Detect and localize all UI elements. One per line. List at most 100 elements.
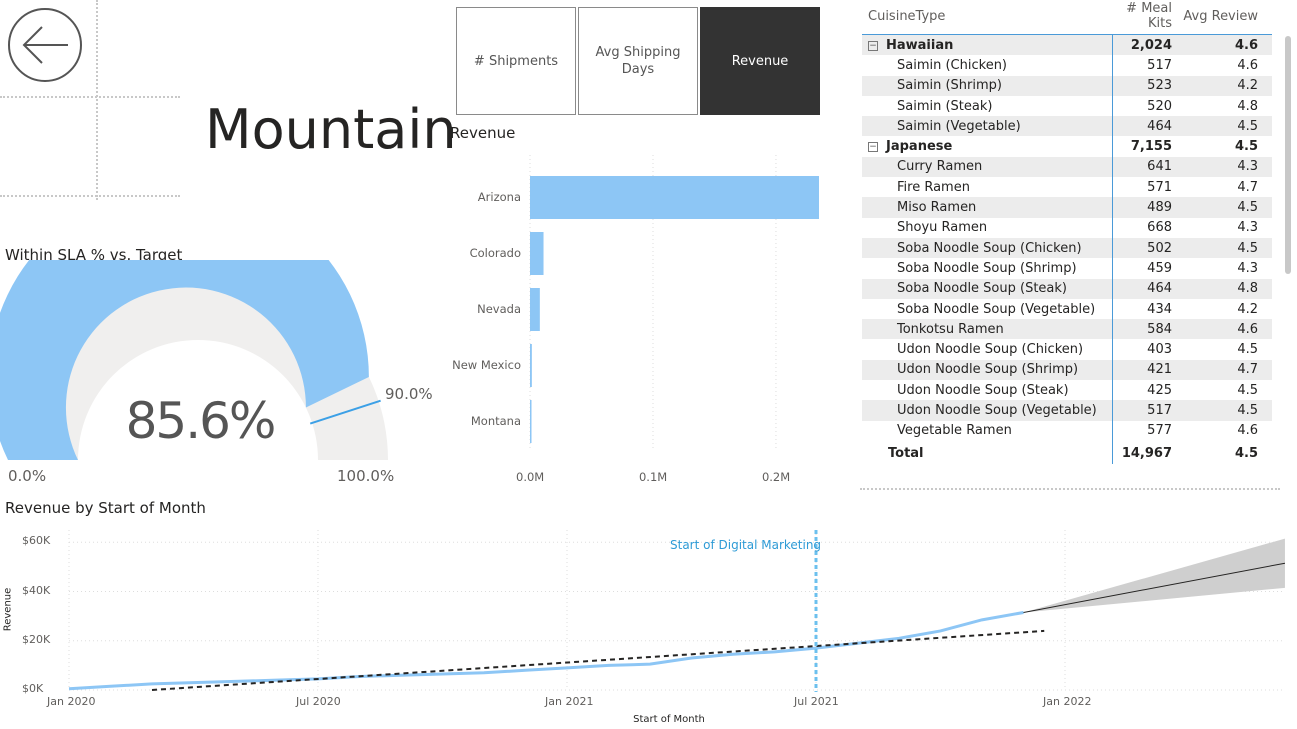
- header-meal-kits[interactable]: # Meal Kits: [1112, 1, 1172, 31]
- cuisine-label: Soba Noodle Soup (Chicken): [897, 240, 1082, 256]
- matrix-row[interactable]: Soba Noodle Soup (Vegetable) 434 4.2: [862, 299, 1272, 319]
- collapse-icon[interactable]: −: [868, 40, 878, 51]
- collapse-icon[interactable]: −: [868, 142, 878, 153]
- matrix-row[interactable]: Tonkotsu Ramen 584 4.6: [862, 319, 1272, 340]
- line-x-tick: Jul 2020: [296, 695, 341, 708]
- bar-category-label: Colorado: [469, 245, 521, 260]
- header-cuisine-type[interactable]: CuisineType: [862, 9, 1112, 24]
- matrix-scrollbar[interactable]: [1285, 36, 1291, 274]
- matrix-row[interactable]: Udon Noodle Soup (Steak) 425 4.5: [862, 380, 1272, 400]
- cuisine-cell: − Japanese: [862, 139, 1112, 154]
- meal-kits-cell: 571: [1147, 179, 1172, 195]
- cuisine-label: Miso Ramen: [897, 200, 977, 216]
- avg-review-cell: 4.5: [1237, 403, 1258, 419]
- meal-kits-cell: 464: [1147, 118, 1172, 134]
- cuisine-cell: Miso Ramen: [862, 200, 1112, 215]
- avg-review-cell: 4.8: [1237, 98, 1258, 114]
- bar-category-label: Nevada: [477, 301, 521, 316]
- meal-kits-cell: 584: [1147, 321, 1172, 337]
- matrix-group-row[interactable]: − Japanese 7,155 4.5: [862, 137, 1272, 157]
- matrix-row[interactable]: Saimin (Vegetable) 464 4.5: [862, 116, 1272, 137]
- back-button[interactable]: [8, 8, 82, 82]
- matrix-row[interactable]: Soba Noodle Soup (Shrimp) 459 4.3: [862, 258, 1272, 278]
- cuisine-cell: Udon Noodle Soup (Chicken): [862, 342, 1112, 357]
- matrix-row[interactable]: Udon Noodle Soup (Chicken) 403 4.5: [862, 340, 1272, 360]
- guide-line: [860, 488, 1280, 490]
- meal-kits-cell: 2,024: [1130, 37, 1172, 53]
- avg-review-cell: 4.5: [1237, 382, 1258, 398]
- revenue-button[interactable]: Revenue: [700, 7, 820, 115]
- avg-review-cell: 4.2: [1237, 301, 1258, 317]
- gauge-target-label: 90.0%: [385, 385, 433, 403]
- cuisine-label: Shoyu Ramen: [897, 220, 988, 236]
- forecast-band: [1023, 538, 1285, 613]
- matrix-header: CuisineType # Meal Kits Avg Review: [862, 1, 1272, 31]
- cuisine-cell: Fire Ramen: [862, 180, 1112, 195]
- meal-kits-cell: 459: [1147, 260, 1172, 276]
- meal-kits-cell: 7,155: [1130, 139, 1172, 155]
- meal-kits-cell: 403: [1147, 342, 1172, 358]
- gauge-value: 85.6%: [125, 392, 277, 450]
- total-avg-review: 4.5: [1234, 445, 1258, 461]
- cuisine-label: Tonkotsu Ramen: [897, 321, 1004, 337]
- bar-colorado: [530, 232, 544, 275]
- matrix-row[interactable]: Soba Noodle Soup (Steak) 464 4.8: [862, 278, 1272, 299]
- cuisine-cell: Shoyu Ramen: [862, 220, 1112, 235]
- bar-new-mexico: [530, 344, 532, 387]
- avg-review-cell: 4.3: [1237, 220, 1258, 236]
- meal-kits-cell: 489: [1147, 200, 1172, 216]
- avg-review-cell: 4.5: [1237, 118, 1258, 134]
- cuisine-cell: Udon Noodle Soup (Steak): [862, 383, 1112, 398]
- matrix-row[interactable]: Saimin (Shrimp) 523 4.2: [862, 75, 1272, 96]
- matrix-row[interactable]: Miso Ramen 489 4.5: [862, 197, 1272, 218]
- page-title: Mountain: [205, 98, 457, 161]
- line-y-tick: $0K: [22, 682, 44, 695]
- bar-category-label: Montana: [470, 413, 521, 428]
- avg-shipping-days-button[interactable]: Avg Shipping Days: [578, 7, 698, 115]
- series-forecast: [1023, 562, 1286, 613]
- cuisine-cell: Saimin (Shrimp): [862, 78, 1112, 93]
- matrix-row[interactable]: Curry Ramen 641 4.3: [862, 156, 1272, 178]
- meal-kits-cell: 434: [1147, 301, 1172, 317]
- series-revenue: [68, 610, 1024, 691]
- bar-x-tick: 0.1M: [638, 470, 668, 484]
- cuisine-cell: − Hawaiian: [862, 38, 1112, 53]
- bar-category-label: New Mexico: [452, 357, 521, 372]
- matrix-group-row[interactable]: − Hawaiian 2,024 4.6: [862, 35, 1272, 56]
- matrix-row[interactable]: Vegetable Ramen 577 4.6: [862, 421, 1272, 441]
- matrix-row[interactable]: Saimin (Chicken) 517 4.6: [862, 55, 1272, 75]
- matrix-row[interactable]: Soba Noodle Soup (Chicken) 502 4.5: [862, 238, 1272, 259]
- shipments-button[interactable]: # Shipments: [456, 7, 576, 115]
- matrix-row[interactable]: Shoyu Ramen 668 4.3: [862, 218, 1272, 238]
- cuisine-label: Udon Noodle Soup (Chicken): [897, 342, 1084, 358]
- meal-kits-cell: 520: [1147, 98, 1172, 114]
- header-avg-review[interactable]: Avg Review: [1172, 9, 1264, 24]
- cuisine-label: Japanese: [886, 139, 953, 155]
- cuisine-label: Fire Ramen: [897, 179, 970, 195]
- cuisine-cell: Vegetable Ramen: [862, 423, 1112, 438]
- cuisine-label: Curry Ramen: [897, 159, 983, 175]
- matrix-row[interactable]: Fire Ramen 571 4.7: [862, 177, 1272, 197]
- bar-category-label: Arizona: [477, 189, 521, 204]
- matrix-column-divider: [1112, 34, 1113, 464]
- avg-review-cell: 4.3: [1237, 260, 1258, 276]
- bar-chart-title: Revenue: [450, 124, 516, 142]
- bar-arizona: [530, 176, 819, 219]
- matrix-row[interactable]: Saimin (Steak) 520 4.8: [862, 96, 1272, 116]
- cuisine-cell: Tonkotsu Ramen: [862, 322, 1112, 337]
- matrix-row[interactable]: Udon Noodle Soup (Shrimp) 421 4.7: [862, 359, 1272, 381]
- avg-review-cell: 4.7: [1237, 362, 1258, 378]
- matrix-total-row: Total 14,967 4.5: [862, 443, 1272, 463]
- avg-review-cell: 4.5: [1234, 139, 1258, 155]
- meal-kits-cell: 517: [1147, 403, 1172, 419]
- cuisine-cell: Udon Noodle Soup (Vegetable): [862, 403, 1112, 418]
- avg-review-cell: 4.2: [1237, 78, 1258, 94]
- gauge-max-label: 100.0%: [337, 467, 395, 485]
- meal-kits-cell: 425: [1147, 382, 1172, 398]
- avg-review-cell: 4.5: [1237, 240, 1258, 256]
- cuisine-label: Soba Noodle Soup (Steak): [897, 281, 1067, 297]
- meal-kits-cell: 523: [1147, 78, 1172, 94]
- series-trend: [151, 629, 1045, 691]
- guide-line: [0, 195, 180, 197]
- matrix-row[interactable]: Udon Noodle Soup (Vegetable) 517 4.5: [862, 400, 1272, 421]
